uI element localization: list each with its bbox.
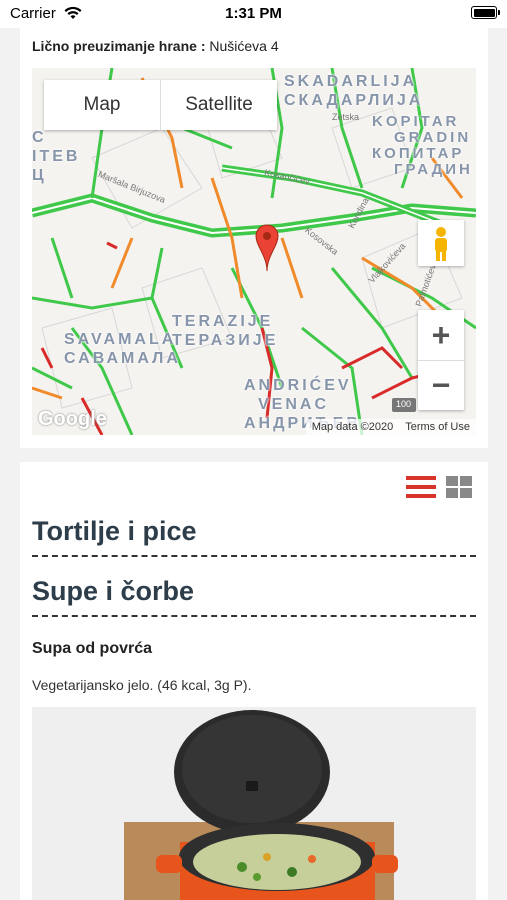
district-label: SKADARLIJA СКАДАРЛИЈА — [284, 73, 424, 109]
menu-card: Tortilje i pice Supe i čorbe Supa od pov… — [20, 462, 488, 900]
pegman-icon — [435, 227, 447, 261]
clock-time: 1:31 PM — [225, 5, 282, 22]
terms-of-use-link[interactable]: Terms of Use — [399, 421, 476, 433]
pickup-info: Lično preuzimanje hrane : Nušićeva 4 — [32, 38, 279, 54]
district-label: SAVAMALA САВАМАЛА — [64, 331, 181, 367]
category-title[interactable]: Tortilje i pice — [32, 516, 476, 557]
map-data-credit: Map data ©2020 — [311, 421, 394, 433]
menu-item-description: Vegetarijansko jelo. (46 kcal, 3g P). — [32, 677, 252, 693]
grid-view-icon[interactable] — [446, 476, 472, 498]
map-attribution: Map data ©2020 Terms of Use — [305, 419, 476, 435]
soup-pot-image — [32, 707, 476, 900]
view-toggle — [406, 476, 472, 498]
street-view-pegman-button[interactable] — [418, 220, 464, 266]
map-view[interactable]: SKADARLIJA СКАДАРЛИЈА KOPITAR GRADIN КОП… — [32, 68, 476, 435]
district-label: TERAZIJE ТЕРАЗИЈЕ — [172, 313, 279, 349]
menu-item-name[interactable]: Supa od povrća — [32, 640, 152, 658]
list-view-icon[interactable] — [406, 476, 436, 498]
zoom-control: + − — [418, 310, 464, 410]
district-label: KOPITAR GRADIN КОПИТАР ГРАДИН — [372, 113, 473, 178]
map-type-satellite-button[interactable]: Satellite — [160, 80, 277, 130]
street-label: Zetska — [332, 112, 360, 122]
category-title[interactable]: Supe i čorbe — [32, 576, 476, 617]
battery-icon — [471, 6, 500, 19]
location-marker-icon[interactable] — [254, 224, 280, 272]
pickup-card: Lično preuzimanje hrane : Nušićeva 4 SKA… — [20, 28, 488, 448]
pickup-label: Lično preuzimanje hrane : — [32, 38, 206, 54]
zoom-out-button[interactable]: − — [418, 360, 464, 410]
map-type-map-button[interactable]: Map — [44, 80, 160, 130]
district-label: C ITEB Ц — [32, 129, 81, 184]
menu-item-photo[interactable] — [32, 707, 476, 900]
pickup-address: Nušićeva 4 — [209, 38, 279, 54]
google-logo: Google — [38, 408, 107, 430]
map-type-control: Map Satellite — [44, 80, 277, 130]
zoom-in-button[interactable]: + — [418, 310, 464, 360]
road-shield-label: 100 — [396, 399, 412, 409]
status-bar: Carrier 1:31 PM — [0, 0, 507, 28]
